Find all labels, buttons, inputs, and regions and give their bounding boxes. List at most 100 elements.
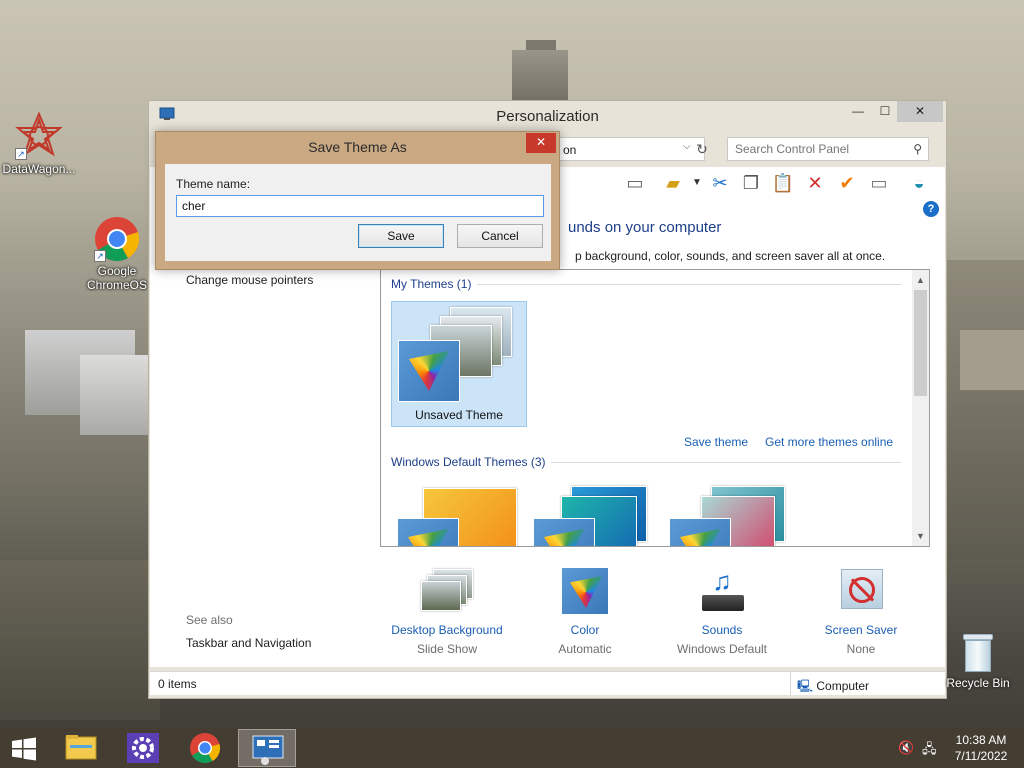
paste-icon[interactable]: 📋 — [770, 171, 796, 195]
save-theme-link[interactable]: Save theme — [684, 435, 748, 449]
taskbar-settings[interactable] — [114, 729, 172, 767]
gear-icon — [127, 733, 159, 763]
unsaved-theme-tile[interactable]: Unsaved Theme — [391, 301, 527, 427]
shortcut-arrow-icon: ↗ — [15, 148, 27, 160]
title-bar[interactable]: Personalization — ☐ ✕ — [149, 101, 946, 131]
taskbar-chrome[interactable] — [176, 729, 234, 767]
get-more-themes-link[interactable]: Get more themes online — [765, 435, 893, 449]
screen-saver-value: None — [846, 642, 876, 656]
save-button[interactable]: Save — [358, 224, 444, 248]
desktop-icon-recycle-bin[interactable]: Recycle Bin — [943, 632, 1013, 690]
scroll-up-icon[interactable]: ▲ — [912, 272, 929, 288]
windows-logo-icon — [12, 737, 36, 761]
wallpaper-building — [80, 355, 150, 435]
group-divider — [477, 284, 901, 285]
scroll-down-icon[interactable]: ▼ — [912, 528, 929, 544]
minimize-button[interactable]: — — [844, 101, 872, 122]
taskbar-control-panel[interactable] — [238, 729, 296, 767]
folder-check-icon[interactable]: ▰ — [660, 171, 686, 195]
clock-date: 7/11/2022 — [954, 749, 1008, 763]
theme-label: Unsaved Theme — [415, 408, 503, 422]
status-location: 🖳 Computer — [790, 672, 869, 695]
control-panel-icon — [252, 735, 284, 765]
theme-name-label: Theme name: — [176, 177, 251, 191]
sounds-value: Windows Default — [676, 642, 768, 656]
checkmark-icon[interactable]: ✔ — [834, 171, 860, 195]
clock-time: 10:38 AM — [955, 733, 1007, 747]
search-input[interactable] — [728, 138, 898, 160]
color-item[interactable]: Color Automatic — [515, 567, 655, 656]
color-palette-icon — [397, 518, 459, 546]
themes-list[interactable]: My Themes (1) Unsaved Theme Save theme G… — [380, 269, 930, 547]
cut-icon[interactable]: ✂ — [707, 171, 733, 195]
color-palette-icon — [398, 340, 460, 402]
dialog-close-button[interactable]: ✕ — [526, 133, 556, 153]
refresh-button[interactable]: ↻ — [691, 139, 713, 161]
shell-icon[interactable]: ◒ — [906, 171, 932, 195]
color-palette-icon — [533, 518, 595, 546]
screen-saver-label: Screen Saver — [824, 623, 898, 637]
default-theme-tile-flowers[interactable] — [663, 482, 799, 546]
sounds-label: Sounds — [701, 623, 743, 637]
color-palette-icon — [669, 518, 731, 546]
address-dropdown-icon[interactable]: ⌵ — [683, 141, 691, 152]
wallpaper-structure — [946, 260, 1024, 560]
desktop-background-icon — [419, 567, 475, 617]
desktop-icon-label: Recycle Bin — [946, 676, 1010, 690]
desktop-background-item[interactable]: Desktop Background Slide Show — [377, 567, 517, 656]
maximize-button[interactable]: ☐ — [871, 101, 899, 122]
desktop-icon-chrome[interactable]: ↗ Google ChromeOS — [78, 216, 156, 292]
sounds-icon: ♫ — [696, 567, 748, 617]
computer-icon: 🖳 — [797, 679, 814, 693]
recycle-bin-icon — [961, 632, 995, 674]
status-items-count: 0 items — [158, 677, 197, 691]
wallpaper-ground — [0, 560, 160, 720]
status-bar: 0 items 🖳 Computer — [150, 671, 945, 695]
desktop-background-label: Desktop Background — [391, 623, 503, 637]
search-icon: ⚲ — [913, 142, 922, 156]
desktop-icon-label: Google ChromeOS — [86, 264, 148, 292]
layout-icon[interactable]: ▭ — [622, 171, 648, 195]
taskbar-file-explorer[interactable] — [52, 729, 110, 767]
themes-scrollbar[interactable]: ▲ ▼ — [912, 270, 929, 546]
see-also-label: See also — [186, 613, 233, 627]
default-theme-tile-lines[interactable] — [527, 482, 663, 546]
wallpaper-structure — [960, 330, 1024, 390]
scroll-thumb[interactable] — [914, 290, 927, 396]
chrome-icon: ↗ — [94, 216, 140, 262]
taskbar: 🔇 🖧 10:38 AM 7/11/2022 — [0, 728, 1024, 768]
properties-icon[interactable]: ▭ — [866, 171, 892, 195]
datawagon-logo-icon: ↗ — [15, 111, 63, 160]
color-icon — [561, 567, 609, 617]
color-value: Automatic — [558, 642, 612, 656]
color-label: Color — [570, 623, 600, 637]
cancel-button[interactable]: Cancel — [457, 224, 543, 248]
dialog-body: Theme name: Save Cancel — [165, 164, 551, 261]
network-icon[interactable]: 🖧 — [922, 740, 937, 762]
volume-muted-icon[interactable]: 🔇 — [898, 740, 914, 756]
file-explorer-icon — [65, 735, 97, 760]
save-theme-dialog: Save Theme As ✕ Theme name: Save Cancel — [155, 131, 560, 270]
clock[interactable]: 10:38 AM 7/11/2022 — [950, 732, 1012, 764]
desktop-background-value: Slide Show — [416, 642, 478, 656]
theme-name-input[interactable] — [176, 195, 544, 217]
my-themes-header: My Themes (1) — [391, 277, 472, 291]
change-mouse-pointers-link[interactable]: Change mouse pointers — [186, 273, 313, 287]
page-subheading: p background, color, sounds, and screen … — [575, 249, 886, 263]
group-divider — [551, 462, 901, 463]
start-button[interactable] — [10, 737, 38, 761]
screen-saver-item[interactable]: Screen Saver None — [791, 567, 931, 656]
address-text: on — [563, 143, 577, 157]
desktop-icon-datawagon[interactable]: ↗ DataWagon... — [0, 111, 78, 176]
sounds-item[interactable]: ♫ Sounds Windows Default — [652, 567, 792, 656]
default-theme-tile-windows[interactable] — [391, 482, 527, 546]
window-close-button[interactable]: ✕ — [897, 101, 943, 122]
page-heading: unds on your computer — [568, 219, 722, 236]
delete-icon[interactable]: ✕ — [802, 171, 828, 195]
default-themes-header: Windows Default Themes (3) — [391, 455, 546, 469]
help-icon[interactable]: ? — [923, 201, 939, 217]
taskbar-navigation-link[interactable]: Taskbar and Navigation — [186, 636, 311, 650]
search-box[interactable]: ⚲ — [727, 137, 929, 161]
shortcut-arrow-icon: ↗ — [94, 250, 106, 262]
copy-icon[interactable]: ❐ — [738, 171, 764, 195]
